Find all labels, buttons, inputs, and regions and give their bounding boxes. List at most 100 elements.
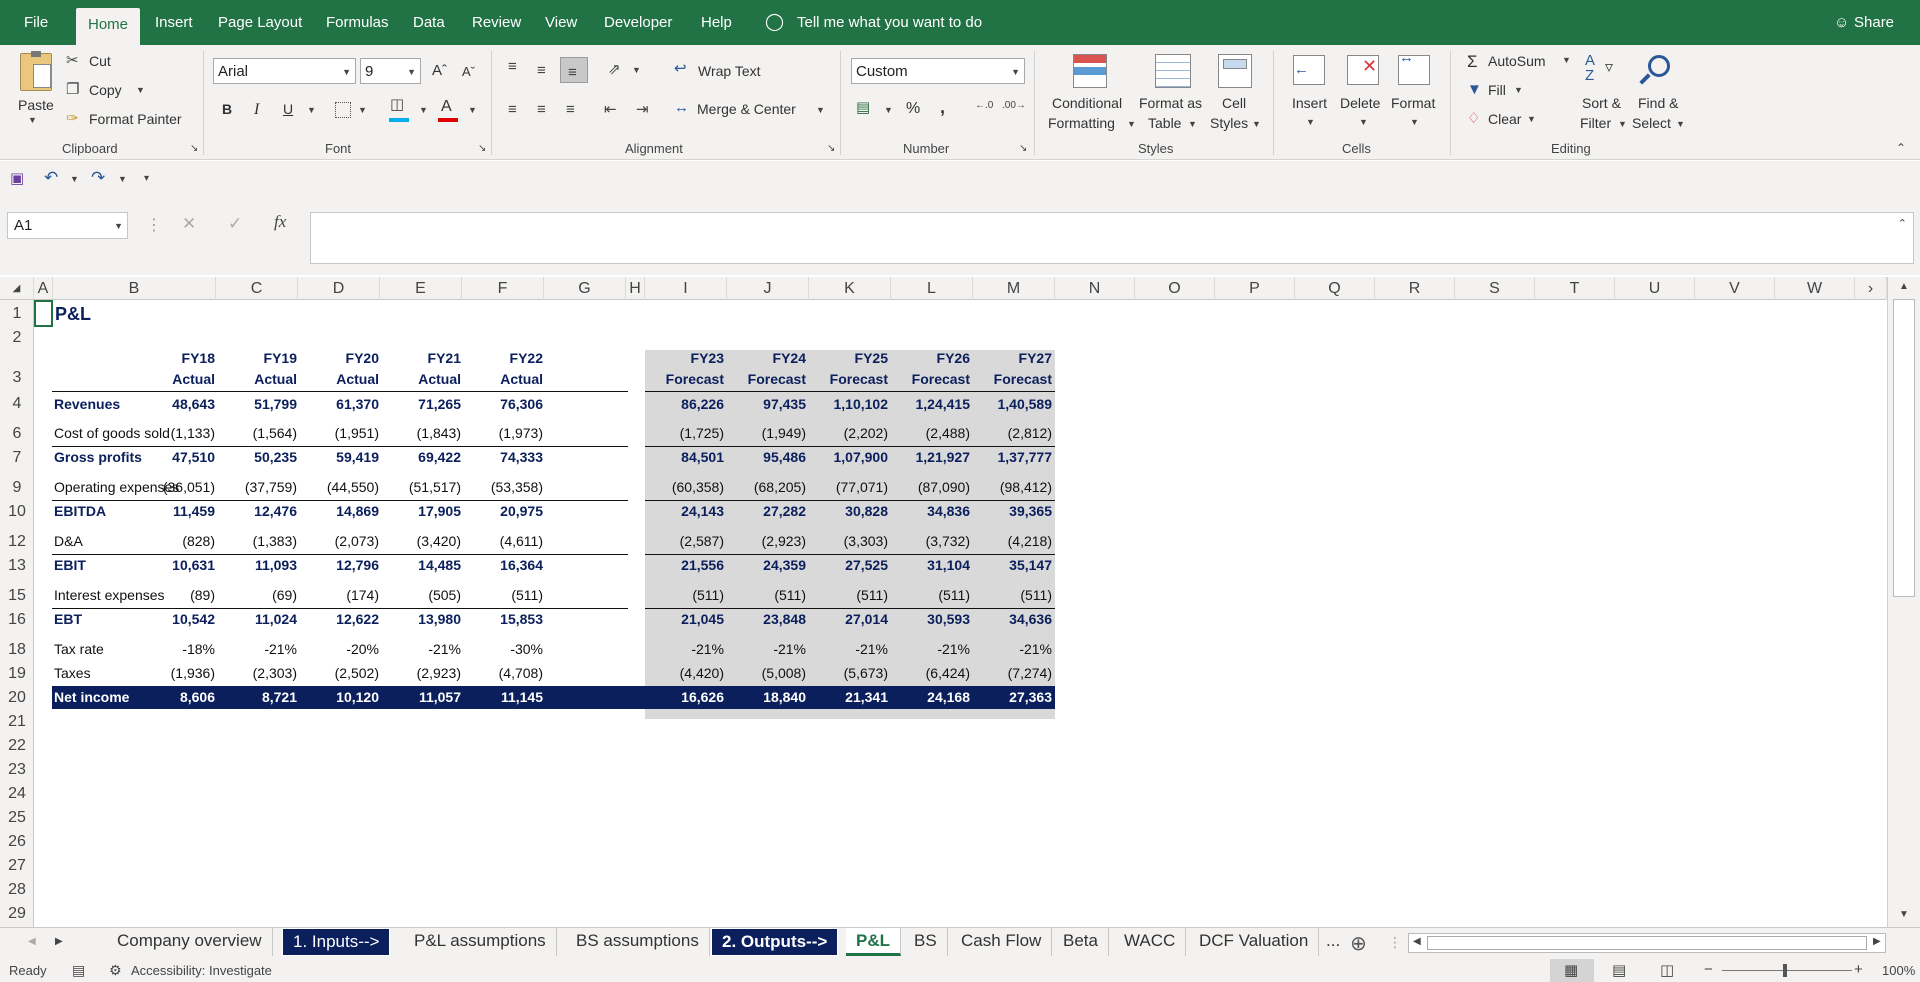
table-cell[interactable]: -20% <box>301 641 379 657</box>
menu-file[interactable]: File <box>24 14 48 31</box>
undo-icon[interactable]: ↶ <box>44 169 58 186</box>
hscroll-left-icon[interactable]: ◀ <box>1413 936 1421 947</box>
table-cell[interactable]: 48,643 <box>137 396 215 412</box>
column-header[interactable]: M <box>973 277 1055 300</box>
table-cell[interactable]: 95,486 <box>728 449 806 465</box>
zoom-slider[interactable] <box>1722 970 1852 971</box>
column-header[interactable]: C <box>216 277 298 300</box>
table-cell[interactable]: 1,24,415 <box>892 396 971 412</box>
table-cell[interactable]: 24,143 <box>646 503 724 519</box>
table-cell[interactable]: 10,120 <box>301 689 379 705</box>
table-cell[interactable]: 84,501 <box>646 449 724 465</box>
align-bottom-button[interactable]: ≡ <box>560 57 588 83</box>
decrease-decimal-icon[interactable]: .00→ <box>1002 100 1026 111</box>
row-header[interactable]: 2 <box>0 329 34 347</box>
table-cell[interactable]: (4,611) <box>465 533 543 549</box>
row-header[interactable]: 3 <box>0 369 34 387</box>
menu-review[interactable]: Review <box>472 14 521 31</box>
table-cell[interactable]: 12,476 <box>219 503 297 519</box>
paste-dropdown-icon[interactable]: ▼ <box>28 115 37 125</box>
table-cell[interactable]: 14,485 <box>383 557 461 573</box>
menu-formulas[interactable]: Formulas <box>326 14 389 31</box>
table-cell[interactable]: 27,363 <box>974 689 1052 705</box>
vertical-scroll-thumb[interactable] <box>1893 299 1915 597</box>
table-cell[interactable]: (174) <box>301 587 379 603</box>
cell-styles-button[interactable]: Cell <box>1222 95 1246 111</box>
table-cell[interactable]: (53,358) <box>465 479 543 495</box>
column-header[interactable]: G <box>544 277 626 300</box>
table-cell[interactable]: (87,090) <box>892 479 970 495</box>
zoom-in-icon[interactable]: + <box>1854 961 1863 978</box>
table-cell[interactable]: 1,37,777 <box>974 449 1053 465</box>
table-cell[interactable]: 71,265 <box>383 396 461 412</box>
increase-font-icon[interactable]: Aˆ <box>432 62 447 79</box>
column-header[interactable]: W <box>1775 277 1855 300</box>
table-cell[interactable]: (44,550) <box>301 479 379 495</box>
scroll-up-icon[interactable]: ▲ <box>1899 281 1909 292</box>
format-as-table-button[interactable]: Format as <box>1139 95 1202 111</box>
table-cell[interactable]: 24,168 <box>892 689 970 705</box>
number-launcher-icon[interactable]: ↘ <box>1019 143 1027 154</box>
table-cell[interactable]: 1,07,900 <box>810 449 889 465</box>
table-cell[interactable]: 1,10,102 <box>810 396 889 412</box>
table-cell[interactable]: 8,606 <box>137 689 215 705</box>
column-header[interactable]: K <box>809 277 891 300</box>
column-header[interactable]: P <box>1215 277 1295 300</box>
fill-color-icon[interactable]: ◫ <box>390 97 404 113</box>
sort-dropdown-icon[interactable]: ▼ <box>1618 119 1627 129</box>
menu-insert[interactable]: Insert <box>155 14 193 31</box>
table-cell[interactable]: (1,936) <box>137 665 215 681</box>
table-cell[interactable]: (3,420) <box>383 533 461 549</box>
table-cell[interactable]: (68,205) <box>728 479 806 495</box>
decrease-font-icon[interactable]: Aˇ <box>462 64 475 79</box>
tab-wacc[interactable]: WACC <box>1114 928 1187 956</box>
underline-dropdown-icon[interactable]: ▼ <box>307 105 316 115</box>
menu-home[interactable]: Home <box>76 8 141 46</box>
clear-button[interactable]: Clear <box>1488 111 1521 127</box>
menu-developer[interactable]: Developer <box>604 14 672 31</box>
select-all-button[interactable]: ◢ <box>0 277 34 300</box>
menu-help[interactable]: Help <box>701 14 732 31</box>
table-cell[interactable]: (511) <box>465 587 543 603</box>
expand-formula-icon[interactable]: ⌃ <box>1898 217 1907 230</box>
orientation-dropdown-icon[interactable]: ▼ <box>632 65 641 75</box>
copy-button[interactable]: Copy <box>89 82 122 98</box>
table-cell[interactable]: 34,636 <box>974 611 1052 627</box>
table-cell[interactable]: (60,358) <box>646 479 724 495</box>
table-cell[interactable]: 16,364 <box>465 557 543 573</box>
table-cell[interactable]: 47,510 <box>137 449 215 465</box>
find-dropdown-icon[interactable]: ▼ <box>1676 119 1685 129</box>
table-cell[interactable]: (1,133) <box>137 425 215 441</box>
font-name-select[interactable]: Arial ▼ <box>213 58 356 84</box>
table-cell[interactable]: (3,732) <box>892 533 970 549</box>
collapse-ribbon-icon[interactable]: ⌃ <box>1896 141 1906 155</box>
table-cell[interactable]: 51,799 <box>219 396 297 412</box>
autosum-dropdown-icon[interactable]: ▼ <box>1562 55 1571 65</box>
percent-style-button[interactable]: % <box>906 100 920 118</box>
table-cell[interactable]: (4,708) <box>465 665 543 681</box>
menu-page-layout[interactable]: Page Layout <box>218 14 302 31</box>
redo-icon[interactable]: ↷ <box>91 169 105 186</box>
row-header[interactable]: 12 <box>0 533 34 551</box>
column-header[interactable]: U <box>1615 277 1695 300</box>
table-cell[interactable]: 11,459 <box>137 503 215 519</box>
delete-cells-button[interactable]: Delete <box>1340 95 1380 111</box>
table-cell[interactable]: (4,420) <box>646 665 724 681</box>
conditional-formatting-button[interactable]: Conditional <box>1052 95 1122 111</box>
merge-dropdown-icon[interactable]: ▼ <box>816 105 825 115</box>
table-cell[interactable]: 61,370 <box>301 396 379 412</box>
tab-more[interactable]: ... <box>1316 928 1350 956</box>
table-cell[interactable]: (1,951) <box>301 425 379 441</box>
table-cell[interactable]: -21% <box>219 641 297 657</box>
column-header[interactable]: D <box>298 277 380 300</box>
accounting-dropdown-icon[interactable]: ▼ <box>884 105 893 115</box>
table-cell[interactable]: 10,631 <box>137 557 215 573</box>
column-header[interactable]: A <box>34 277 53 300</box>
table-cell[interactable]: 18,840 <box>728 689 806 705</box>
page-layout-view-icon[interactable]: ▤ <box>1612 961 1626 979</box>
tab-pl[interactable]: P&L <box>846 928 901 956</box>
row-header[interactable]: 29 <box>0 905 34 923</box>
table-cell[interactable]: (1,383) <box>219 533 297 549</box>
table-cell[interactable]: 50,235 <box>219 449 297 465</box>
align-left-icon[interactable]: ≡ <box>508 102 517 118</box>
